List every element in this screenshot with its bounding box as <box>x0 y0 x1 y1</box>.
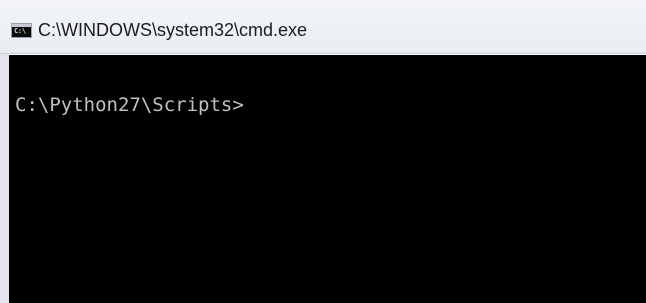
command-prompt[interactable]: C:\Python27\Scripts> <box>15 93 244 117</box>
cmd-window: C:\ C:\WINDOWS\system32\cmd.exe C:\Pytho… <box>0 0 646 303</box>
icon-glyph-text: C:\ <box>14 27 26 35</box>
window-frame-left <box>0 54 9 303</box>
console-area[interactable]: C:\Python27\Scripts> <box>9 55 646 303</box>
window-title: C:\WINDOWS\system32\cmd.exe <box>38 20 308 40</box>
title-bar[interactable]: C:\ C:\WINDOWS\system32\cmd.exe <box>0 0 646 54</box>
cmd-console-icon[interactable]: C:\ <box>11 23 32 38</box>
